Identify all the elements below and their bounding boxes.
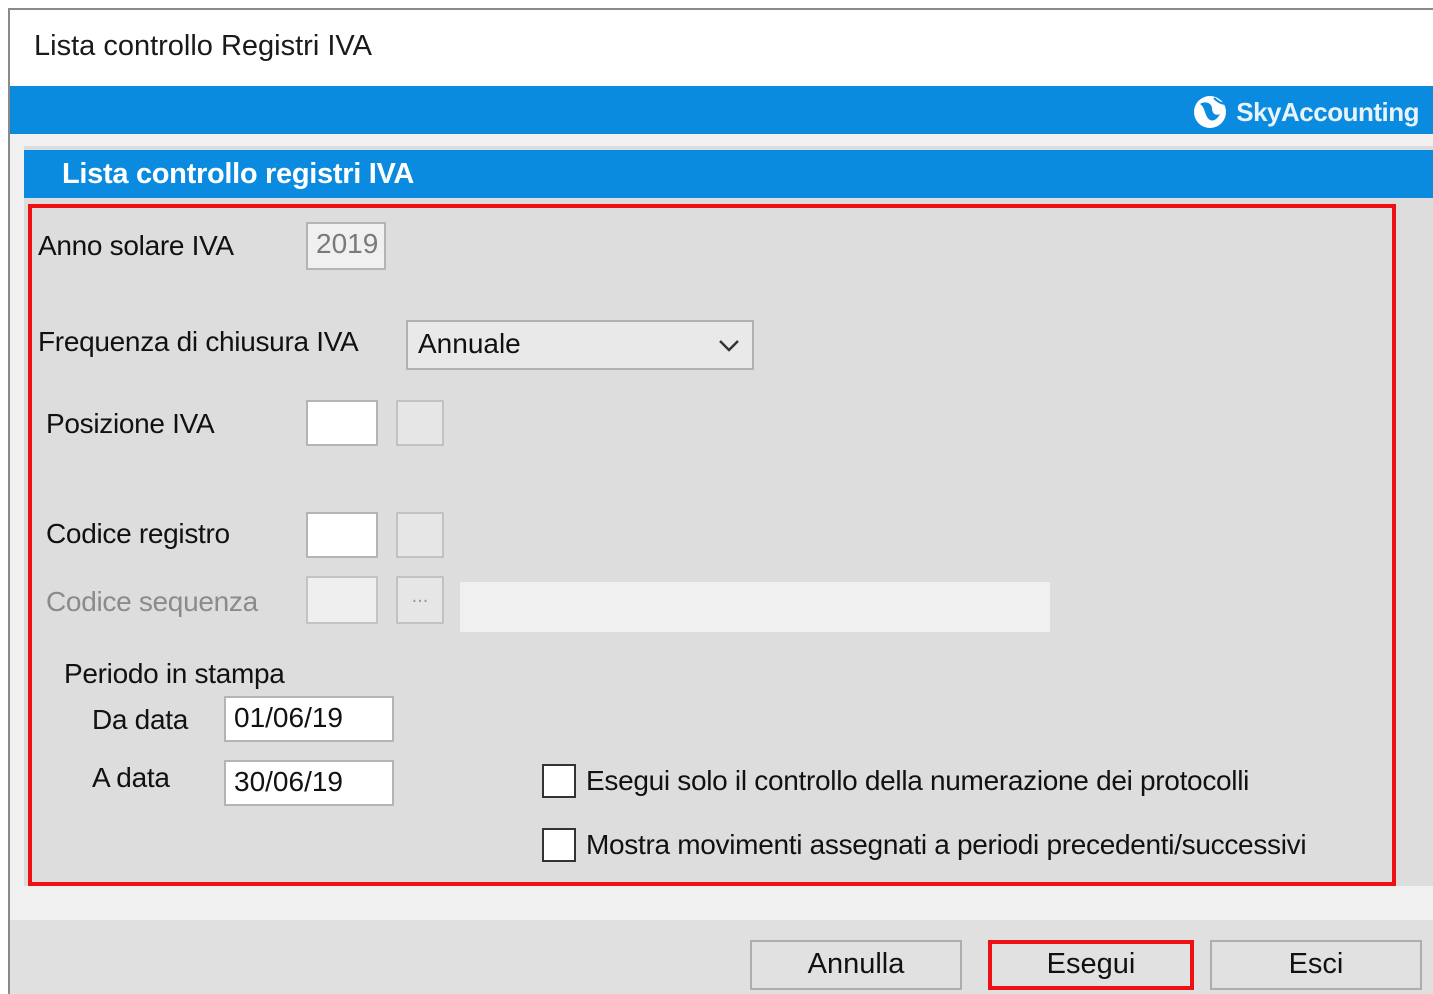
codice-sequenza-description xyxy=(460,582,1050,632)
a-data-input[interactable]: 30/06/19 xyxy=(224,760,394,806)
panel-header: Lista controllo registri IVA xyxy=(24,150,1433,198)
periodo-label: Periodo in stampa xyxy=(64,658,285,689)
posizione-lookup-button[interactable] xyxy=(396,400,444,446)
check-protocolli-label: Esegui solo il controllo della numerazio… xyxy=(586,765,1250,796)
codice-registro-lookup-button[interactable] xyxy=(396,512,444,558)
chevron-down-icon xyxy=(719,340,739,352)
check-protocolli-box[interactable] xyxy=(542,764,576,798)
check-protocolli[interactable]: Esegui solo il controllo della numerazio… xyxy=(542,764,1249,798)
frequenza-label: Frequenza di chiusura IVA xyxy=(38,326,359,357)
button-bar: Annulla Esegui Esci xyxy=(10,920,1433,994)
posizione-label: Posizione IVA xyxy=(46,408,215,439)
anno-field: 2019 xyxy=(306,222,386,270)
frequenza-selected: Annuale xyxy=(418,328,521,359)
da-data-label: Da data xyxy=(92,704,188,735)
anno-label: Anno solare IVA xyxy=(38,230,234,261)
codice-sequenza-label: Codice sequenza xyxy=(46,586,258,617)
brand-name: SkyAccounting xyxy=(1236,96,1419,127)
codice-registro-label: Codice registro xyxy=(46,518,230,549)
a-data-label: A data xyxy=(92,762,170,793)
annulla-button[interactable]: Annulla xyxy=(750,940,962,990)
globe-icon xyxy=(1194,96,1227,128)
codice-registro-input[interactable] xyxy=(306,512,378,558)
codice-sequenza-input[interactable] xyxy=(306,576,378,624)
esegui-button[interactable]: Esegui xyxy=(988,940,1194,990)
brand-logo: SkyAccounting xyxy=(1192,94,1419,130)
esci-button[interactable]: Esci xyxy=(1210,940,1422,990)
da-data-input[interactable]: 01/06/19 xyxy=(224,696,394,742)
check-movimenti[interactable]: Mostra movimenti assegnati a periodi pre… xyxy=(542,828,1307,862)
dialog-window: Lista controllo Registri IVA SkyAccounti… xyxy=(8,8,1433,994)
window-title: Lista controllo Registri IVA xyxy=(34,30,372,62)
title-bar: Lista controllo Registri IVA xyxy=(10,10,1433,86)
frequenza-select[interactable]: Annuale xyxy=(406,320,754,370)
codice-sequenza-browse-button[interactable]: ... xyxy=(396,576,444,624)
brand-bar: SkyAccounting xyxy=(10,86,1433,134)
form-panel: Lista controllo registri IVA Anno solare… xyxy=(24,146,1433,886)
check-movimenti-label: Mostra movimenti assegnati a periodi pre… xyxy=(586,829,1307,860)
posizione-input[interactable] xyxy=(306,400,378,446)
check-movimenti-box[interactable] xyxy=(542,828,576,862)
